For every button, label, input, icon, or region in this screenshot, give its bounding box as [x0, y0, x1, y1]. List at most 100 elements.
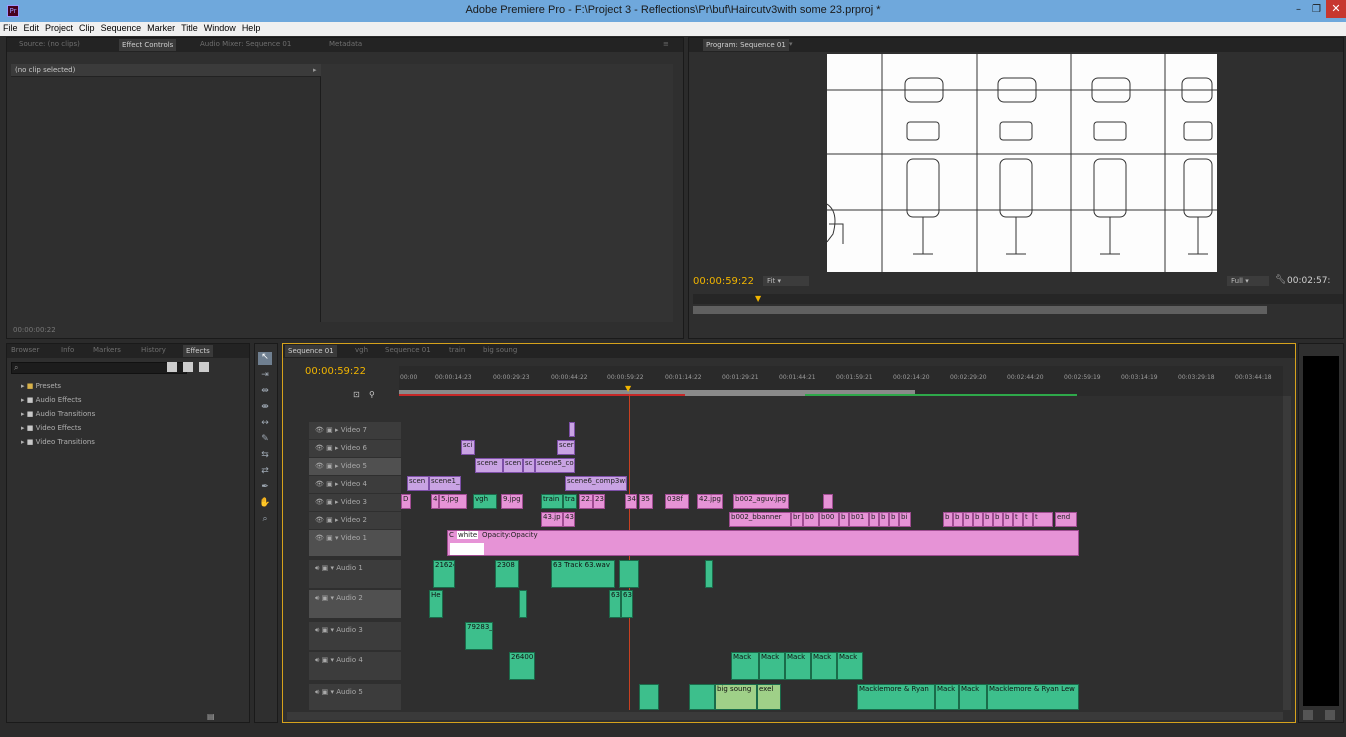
audio-clip[interactable]: exel [757, 684, 781, 710]
clip[interactable]: vgh [473, 494, 497, 509]
zoom-select[interactable]: Fit ▾ [763, 276, 809, 286]
eye-icon[interactable]: 👁︎ [315, 480, 324, 488]
effects-item-audio-transitions[interactable]: ▸ ■ Audio Transitions [21, 410, 95, 418]
clip[interactable]: 22. [579, 494, 593, 509]
program-playhead-icon[interactable]: ▼ [755, 294, 761, 303]
audio-clip[interactable]: 63 [609, 590, 621, 618]
clip[interactable]: sc [523, 458, 535, 473]
tab-sequence-01b[interactable]: Sequence 01 [385, 346, 431, 354]
timeline-scroll-bar[interactable] [287, 712, 1283, 720]
menu-marker[interactable]: Marker [144, 22, 178, 33]
clip[interactable]: scene5_co [535, 458, 575, 473]
effects-item-audio-effects[interactable]: ▸ ■ Audio Effects [21, 396, 82, 404]
clip[interactable]: bi [899, 512, 911, 527]
clip[interactable]: scen [503, 458, 523, 473]
menu-help[interactable]: Help [239, 22, 264, 33]
rolling-edit-tool-icon[interactable]: ⇼ [258, 402, 272, 415]
snap-icon[interactable]: ⊡ [353, 390, 360, 399]
audio-clip[interactable]: Mack [837, 652, 863, 680]
audio-clip[interactable]: 63 Track 63.wav [551, 560, 615, 588]
clip[interactable] [569, 422, 575, 437]
track-header-video-4[interactable]: 👁︎ ▣ ▸ Video 4 [309, 476, 401, 493]
close-icon[interactable]: ✕ [1326, 0, 1346, 18]
clip[interactable]: 42.jpg [697, 494, 723, 509]
expand-arrow-icon[interactable]: ▸ [313, 66, 317, 74]
slide-tool-icon[interactable]: ⇄ [258, 466, 272, 479]
accelerated-effects-icon[interactable] [167, 362, 177, 372]
clip[interactable]: b [983, 512, 993, 527]
rate-stretch-tool-icon[interactable]: ↔ [258, 418, 272, 431]
tab-effect-controls[interactable]: Effect Controls [119, 39, 177, 51]
speaker-icon[interactable]: 🔊︎ [315, 564, 319, 572]
audio-clip[interactable] [519, 590, 527, 618]
track-header-video-7[interactable]: 👁︎ ▣ ▸ Video 7 [309, 422, 401, 439]
tab-effects[interactable]: Effects [183, 345, 213, 357]
clip[interactable] [823, 494, 833, 509]
track-header-audio-1[interactable]: 🔊︎ ▣ ▾ Audio 1 [309, 560, 401, 588]
menu-edit[interactable]: Edit [21, 22, 43, 33]
menu-title[interactable]: Title [178, 22, 201, 33]
tab-dropdown-icon[interactable]: ▾ [789, 40, 793, 48]
tab-history[interactable]: History [141, 346, 166, 354]
clip[interactable]: b0 [803, 512, 819, 527]
audio-clip[interactable]: 2308 [495, 560, 519, 588]
clip[interactable]: b [879, 512, 889, 527]
timeline-vertical-scroll[interactable] [1283, 396, 1291, 710]
audio-clip[interactable]: Macklemore & Ryan [857, 684, 935, 710]
hand-tool-icon[interactable]: ✋ [258, 498, 272, 511]
clip[interactable]: b [889, 512, 899, 527]
clip[interactable]: b [1003, 512, 1013, 527]
eye-icon[interactable]: 👁︎ [315, 462, 324, 470]
tab-train[interactable]: train [449, 346, 465, 354]
track-header-audio-4[interactable]: 🔊︎ ▣ ▾ Audio 4 [309, 652, 401, 680]
clip[interactable]: b00 [819, 512, 839, 527]
tab-metadata[interactable]: Metadata [329, 40, 362, 48]
selection-tool-icon[interactable]: ↖ [258, 352, 272, 365]
quality-select[interactable]: Full ▾ [1227, 276, 1269, 286]
audio-clip[interactable] [705, 560, 713, 588]
clip[interactable]: t [1023, 512, 1033, 527]
wrench-icon[interactable]: 🔧︎ [1275, 275, 1286, 285]
audio-clip[interactable]: Mack [759, 652, 785, 680]
effects-search-input[interactable]: ⌕ [11, 362, 187, 374]
speaker-icon[interactable]: 🔊︎ [315, 626, 319, 634]
clip[interactable]: b [953, 512, 963, 527]
minimize-icon[interactable]: – [1296, 4, 1301, 15]
audio-clip[interactable]: 21624 [433, 560, 455, 588]
clip[interactable]: 43 [563, 512, 575, 527]
clip[interactable]: sci [461, 440, 475, 455]
eye-icon[interactable]: 👁︎ [315, 426, 324, 434]
panel-menu-icon[interactable]: ≡ [663, 40, 669, 48]
track-header-audio-3[interactable]: 🔊︎ ▣ ▾ Audio 3 [309, 622, 401, 650]
menu-window[interactable]: Window [201, 22, 239, 33]
clip[interactable]: scen [407, 476, 429, 491]
zoom-scroll-bar[interactable] [693, 306, 1267, 314]
clip[interactable]: train [541, 494, 563, 509]
clip[interactable]: b [869, 512, 879, 527]
track-header-audio-2[interactable]: 🔊︎ ▣ ▾ Audio 2 [309, 590, 401, 618]
track-select-tool-icon[interactable]: ⇥ [258, 370, 272, 383]
tab-info[interactable]: Info [61, 346, 74, 354]
track-header-audio-5[interactable]: 🔊︎ ▣ ▾ Audio 5 [309, 684, 401, 710]
audio-clip[interactable]: 79283_ [465, 622, 493, 650]
tab-vgh[interactable]: vgh [355, 346, 368, 354]
audio-clip[interactable]: big soung [715, 684, 757, 710]
clip[interactable]: 5.jpg [439, 494, 467, 509]
clip[interactable]: 43.jp [541, 512, 563, 527]
tab-source[interactable]: Source: (no clips) [19, 40, 80, 48]
clip[interactable]: scene1_ [429, 476, 461, 491]
clip[interactable]: 9.jpg [501, 494, 523, 509]
eye-icon[interactable]: 👁︎ [315, 444, 324, 452]
tab-browser[interactable]: Browser [11, 346, 39, 354]
clip[interactable]: br [791, 512, 803, 527]
clip[interactable]: b [993, 512, 1003, 527]
32bit-effects-icon[interactable] [183, 362, 193, 372]
slip-tool-icon[interactable]: ⇆ [258, 450, 272, 463]
clip[interactable]: t [1033, 512, 1053, 527]
clip[interactable]: b [963, 512, 973, 527]
time-ruler[interactable]: 00:00 00:00:14:23 00:00:29:23 00:00:44:2… [399, 366, 1283, 396]
pen-tool-icon[interactable]: ✒ [258, 482, 272, 495]
audio-clip[interactable]: Mack [785, 652, 811, 680]
audio-clip[interactable]: Mack [811, 652, 837, 680]
audio-clip[interactable]: Mack [959, 684, 987, 710]
